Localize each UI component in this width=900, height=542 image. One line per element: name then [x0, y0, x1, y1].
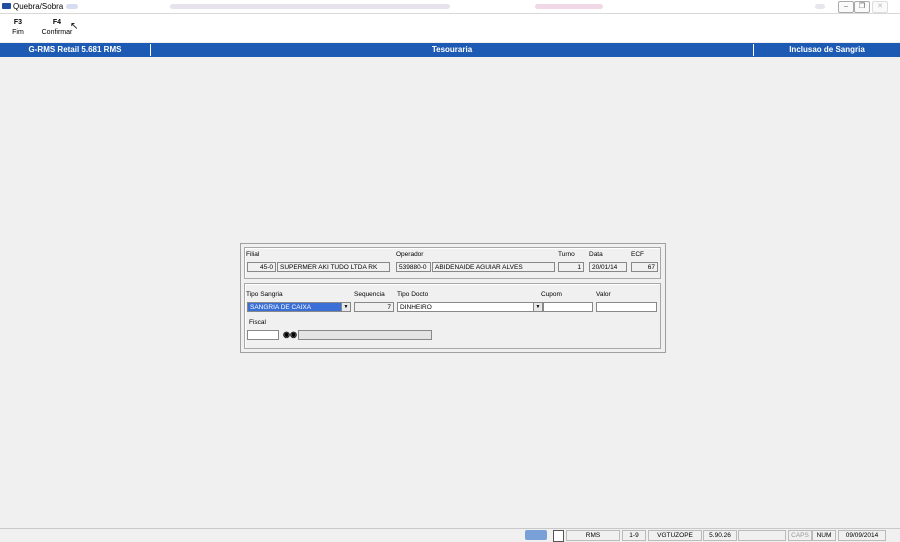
header-bar: G-RMS Retail 5.681 RMS Tesouraria Inclus… — [0, 43, 900, 57]
function-key-toolbar: F3 Fim F4 Confirmar — [0, 14, 900, 42]
info-group: Filial 45-0 SUPERMER AKI TUDO LTDA RK Op… — [244, 247, 661, 279]
turno-label: Turno — [558, 251, 575, 258]
filial-code-field: 45-0 — [247, 262, 276, 272]
f3-key-label: F3 — [13, 19, 23, 26]
cupom-input[interactable] — [543, 302, 593, 312]
mouse-cursor-icon: ↖ — [70, 21, 79, 32]
tipo-sangria-select[interactable]: SANGRIA DE CAIXA — [247, 302, 351, 312]
status-version: 5.90.26 — [703, 530, 737, 541]
fiscal-label: Fiscal — [249, 319, 266, 326]
minimize-button[interactable]: – — [838, 1, 854, 13]
status-user: VGTUZOPE — [648, 530, 702, 541]
screen-title: Inclusao de Sangria — [789, 45, 865, 54]
status-system: RMS — [566, 530, 620, 541]
fiscal-input[interactable] — [247, 330, 279, 340]
turno-field: 1 — [558, 262, 584, 272]
tipo-docto-label: Tipo Docto — [397, 291, 429, 298]
restore-button[interactable]: ❐ — [854, 1, 870, 13]
title-bar: Quebra/Sobra – ❐ ✕ — [0, 0, 900, 14]
operador-label: Operador — [396, 251, 424, 258]
tipo-sangria-label: Tipo Sangria — [246, 291, 283, 298]
dropdown-arrow-icon[interactable]: ▼ — [533, 303, 542, 311]
f4-confirmar-button[interactable]: F4 Confirmar — [40, 14, 74, 42]
sangria-form-panel: Filial 45-0 SUPERMER AKI TUDO LTDA RK Op… — [240, 243, 666, 353]
blurred-title-segment — [535, 4, 603, 9]
operador-name-field: ABIDENAIDE AGUIAR ALVES — [432, 262, 555, 272]
f3-fim-button[interactable]: F3 Fim — [1, 14, 35, 42]
status-date: 09/09/2014 — [838, 530, 886, 541]
status-bar: RMS 1-9 VGTUZOPE 5.90.26 CAPS NUM 09/09/… — [0, 528, 900, 542]
blurred-title-segment — [170, 4, 450, 9]
close-button[interactable]: ✕ — [872, 1, 888, 13]
app-icon — [2, 3, 11, 9]
f4-key-label: F4 — [52, 19, 62, 26]
fim-label: Fim — [12, 29, 24, 36]
status-num: NUM — [812, 530, 836, 541]
blurred-title-segment — [815, 4, 825, 9]
cupom-label: Cupom — [541, 291, 562, 298]
sequencia-field: 7 — [354, 302, 394, 312]
tipo-docto-value: DINHEIRO — [400, 304, 432, 311]
document-icon — [553, 530, 564, 542]
status-empty-cell — [738, 530, 786, 541]
binoculars-icon[interactable]: ◉◉ — [283, 330, 297, 339]
tipo-sangria-value: SANGRIA DE CAIXA — [250, 304, 312, 311]
data-field: 20/01/14 — [589, 262, 627, 272]
module-title: Tesouraria — [431, 45, 473, 54]
confirmar-label: Confirmar — [41, 29, 73, 36]
valor-label: Valor — [596, 291, 611, 298]
filial-name-field: SUPERMER AKI TUDO LTDA RK — [277, 262, 390, 272]
network-icon — [525, 530, 547, 540]
fiscal-name-field — [298, 330, 432, 340]
window-title: Quebra/Sobra — [13, 2, 64, 11]
ecf-label: ECF — [631, 251, 644, 258]
filial-label: Filial — [246, 251, 260, 258]
tipo-docto-select[interactable]: DINHEIRO — [397, 302, 543, 312]
ecf-field: 67 — [631, 262, 658, 272]
sangria-input-group: Tipo Sangria SANGRIA DE CAIXA ▼ Sequenci… — [244, 283, 661, 349]
sequencia-label: Sequencia — [354, 291, 385, 298]
data-label: Data — [589, 251, 603, 258]
app-version: G-RMS Retail 5.681 RMS — [28, 45, 122, 54]
valor-input[interactable] — [596, 302, 657, 312]
status-caps: CAPS — [788, 530, 812, 541]
dropdown-arrow-icon[interactable]: ▼ — [341, 303, 350, 311]
status-range: 1-9 — [622, 530, 646, 541]
blurred-title-segment — [66, 4, 78, 9]
operador-code-field: 539880-0 — [396, 262, 431, 272]
